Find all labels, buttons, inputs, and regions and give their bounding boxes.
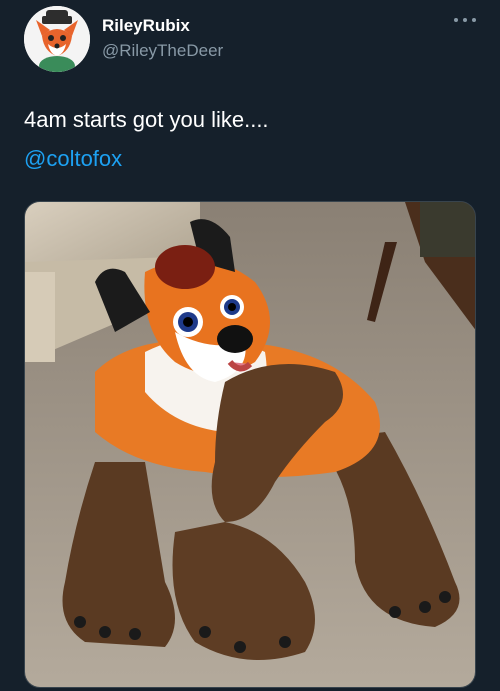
tweet-text: 4am starts got you like.... [24,107,269,132]
more-options-icon[interactable] [454,14,476,26]
dot [472,18,476,22]
photo-fursuit [25,202,475,687]
user-handle[interactable]: @RileyTheDeer [102,41,223,61]
dot [454,18,458,22]
mention-link[interactable]: @coltofox [24,145,122,173]
dot [463,18,467,22]
tweet-media-photo[interactable] [24,201,476,688]
display-name[interactable]: RileyRubix [102,16,190,36]
avatar-illustration [24,6,90,72]
tweet-card: RileyRubix @RileyTheDeer 4am starts got … [0,0,500,691]
avatar[interactable] [24,6,90,72]
